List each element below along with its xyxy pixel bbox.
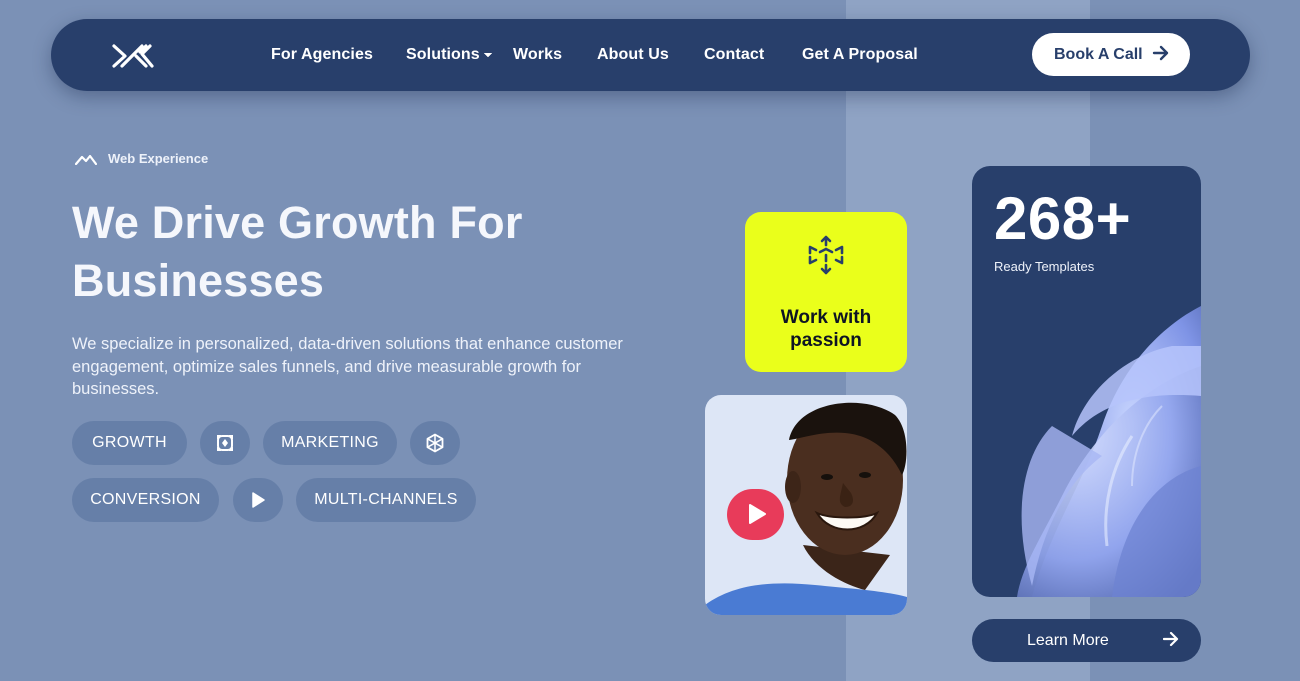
mountain-icon [75,154,97,165]
headline-line-1: We Drive Growth For [72,197,523,248]
eyebrow-label: Web Experience [108,151,209,166]
tag-conversion[interactable]: CONVERSION [72,478,219,522]
book-a-call-label: Book A Call [1054,46,1143,63]
tag-marketing[interactable]: MARKETING [263,421,397,465]
logo-mark-icon[interactable] [112,42,156,70]
tag-growth[interactable]: GROWTH [72,421,187,465]
book-a-call-button[interactable]: Book A Call [1032,33,1190,76]
tag-multi-channels[interactable]: MULTI-CHANNELS [296,478,476,522]
stat-label: Ready Templates [994,259,1095,274]
nav-for-agencies[interactable]: For Agencies [271,44,373,66]
nav-solutions[interactable]: Solutions [406,44,480,66]
stat-number: 268+ [994,185,1132,252]
tag-play[interactable] [233,478,283,522]
tag-ai-chip[interactable] [200,421,250,465]
hero-description: We specialize in personalized, data-driv… [72,335,623,398]
arrow-right-icon [1163,631,1179,647]
passion-text: Work with passion [780,307,872,351]
play-icon [252,492,265,508]
nav-about-us[interactable]: About Us [597,44,669,66]
nav-get-a-proposal[interactable]: Get A Proposal [802,44,918,66]
abstract-3d-shape-image [1017,306,1201,597]
hero-headline: We Drive Growth For Businesses [72,194,632,310]
work-with-passion-card: Work with passion [745,212,907,372]
play-icon [749,504,766,524]
nav-works[interactable]: Works [513,44,562,66]
chevron-down-icon[interactable] [483,52,493,58]
cube-arrows-icon [808,235,844,275]
nav-contact[interactable]: Contact [704,44,764,66]
headline-line-2: Businesses [72,255,325,306]
ai-chip-icon [217,435,233,451]
arrow-right-icon [1152,45,1169,61]
tag-hexagon-network[interactable] [410,421,460,465]
templates-stat-card: 268+ Ready Templates [972,166,1201,597]
hexagon-network-icon [426,433,444,453]
learn-more-label: Learn More [1027,632,1109,649]
learn-more-button[interactable]: Learn More [972,619,1201,662]
play-video-button[interactable] [727,489,784,540]
